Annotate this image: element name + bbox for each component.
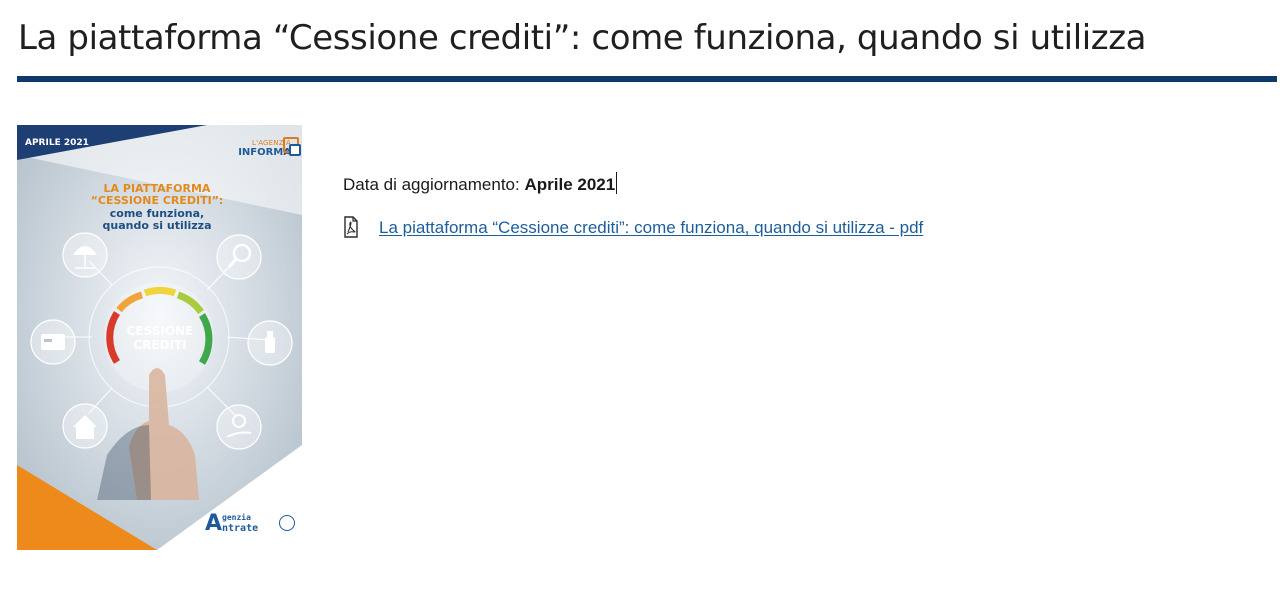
gauge-label: CESSIONE CREDITI [126, 324, 194, 352]
page-title: La piattaforma “Cessione crediti”: come … [18, 18, 1147, 58]
title-divider [17, 76, 1277, 82]
cover-headline: LA PIATTAFORMA “CESSIONE CREDITI”: come … [90, 182, 224, 232]
update-date: Data di aggiornamento: Aprile 2021 [343, 175, 616, 194]
cover-date-label: APRILE 2021 [25, 138, 89, 148]
text-cursor [616, 172, 618, 194]
agenzia-informa-logo: L'AGENZIA INFORMA [219, 135, 301, 161]
pdf-icon [344, 216, 358, 238]
page: La piattaforma “Cessione crediti”: come … [0, 0, 1280, 600]
republic-emblem-icon [279, 515, 295, 531]
update-info: Data di aggiornamento: Aprile 2021 [343, 172, 618, 195]
brand-mark-icon [283, 137, 301, 156]
agenzia-entrate-logo: A genzia ntrate [205, 510, 297, 538]
pdf-download-link[interactable]: La piattaforma “Cessione crediti”: come … [379, 218, 923, 238]
publication-cover: APRILE 2021 L'AGENZIA INFORMA LA PIATTAF… [17, 125, 302, 550]
